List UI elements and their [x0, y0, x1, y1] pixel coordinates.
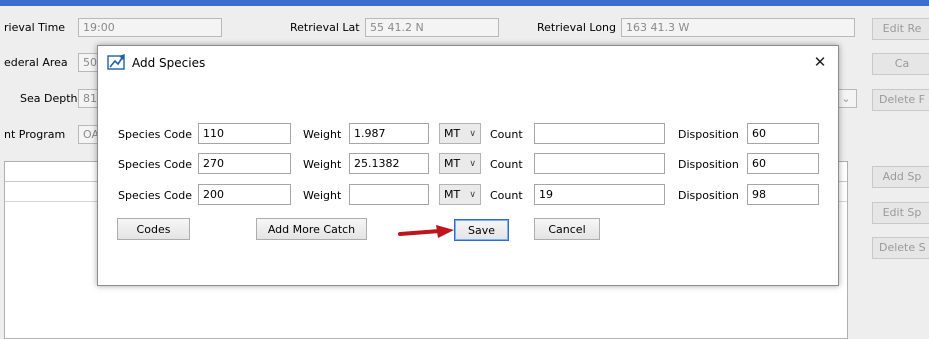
- count-label: Count: [490, 158, 523, 171]
- codes-button[interactable]: Codes: [117, 218, 190, 240]
- unit-select-value: MT: [444, 127, 461, 140]
- species-code-input[interactable]: 110: [198, 123, 291, 144]
- dialog-title: Add Species: [132, 56, 206, 70]
- retrieval-long-field[interactable]: 163 41.3 W: [621, 18, 855, 37]
- program-label: nt Program: [4, 128, 66, 141]
- cancel-retrieval-button[interactable]: Ca: [872, 53, 929, 75]
- unit-select[interactable]: MT ∨: [439, 153, 481, 174]
- edit-species-button[interactable]: Edit Sp: [872, 202, 929, 224]
- add-more-catch-button[interactable]: Add More Catch: [256, 218, 367, 240]
- count-input[interactable]: [534, 153, 665, 174]
- weight-input[interactable]: 1.987: [349, 123, 429, 144]
- count-input[interactable]: 19: [534, 184, 665, 205]
- disposition-label: Disposition: [678, 128, 739, 141]
- retrieval-long-label: Retrieval Long: [537, 21, 616, 34]
- chevron-down-icon: ∨: [469, 189, 476, 200]
- disposition-input[interactable]: 60: [747, 153, 819, 174]
- weight-input[interactable]: 25.1382: [349, 153, 429, 174]
- weight-label: Weight: [303, 128, 342, 141]
- delete-species-button[interactable]: Delete S: [872, 237, 929, 259]
- edit-retrieval-button[interactable]: Edit Re: [872, 18, 929, 40]
- species-code-label: Species Code: [118, 158, 192, 171]
- species-code-label: Species Code: [118, 189, 192, 202]
- unit-select[interactable]: MT ∨: [439, 123, 481, 144]
- dialog-title-bar: Add Species: [100, 53, 205, 73]
- app-icon: [107, 54, 125, 70]
- disposition-input[interactable]: 98: [747, 184, 819, 205]
- weight-label: Weight: [303, 158, 342, 171]
- close-icon[interactable]: ✕: [811, 53, 829, 71]
- disposition-label: Disposition: [678, 189, 739, 202]
- annotation-arrow-icon: [398, 225, 454, 238]
- add-species-button[interactable]: Add Sp: [872, 166, 929, 188]
- save-button[interactable]: Save: [454, 219, 509, 241]
- retrieval-time-label: rieval Time: [4, 21, 66, 34]
- count-label: Count: [490, 189, 523, 202]
- unit-select-value: MT: [444, 188, 461, 201]
- retrieval-lat-field[interactable]: 55 41.2 N: [365, 18, 499, 37]
- species-code-label: Species Code: [118, 128, 192, 141]
- chevron-down-icon: ∨: [469, 158, 476, 169]
- unit-select-value: MT: [444, 157, 461, 170]
- disposition-input[interactable]: 60: [747, 123, 819, 144]
- disposition-label: Disposition: [678, 158, 739, 171]
- chevron-down-icon: ∨: [469, 128, 476, 139]
- sea-depth-label: Sea Depth: [20, 92, 78, 105]
- retrieval-time-field[interactable]: 19:00: [78, 18, 222, 37]
- species-code-input[interactable]: 270: [198, 153, 291, 174]
- add-species-dialog: Add Species ✕ Species Code 110 Weight 1.…: [97, 45, 839, 286]
- retrieval-lat-label: Retrieval Lat: [290, 21, 360, 34]
- weight-label: Weight: [303, 189, 342, 202]
- unit-select[interactable]: MT ∨: [439, 184, 481, 205]
- count-input[interactable]: [534, 123, 665, 144]
- delete-retrieval-button[interactable]: Delete F: [872, 89, 929, 111]
- weight-input[interactable]: [349, 184, 429, 205]
- species-code-input[interactable]: 200: [198, 184, 291, 205]
- federal-area-label: ederal Area: [4, 56, 68, 69]
- cancel-button[interactable]: Cancel: [534, 218, 600, 240]
- count-label: Count: [490, 128, 523, 141]
